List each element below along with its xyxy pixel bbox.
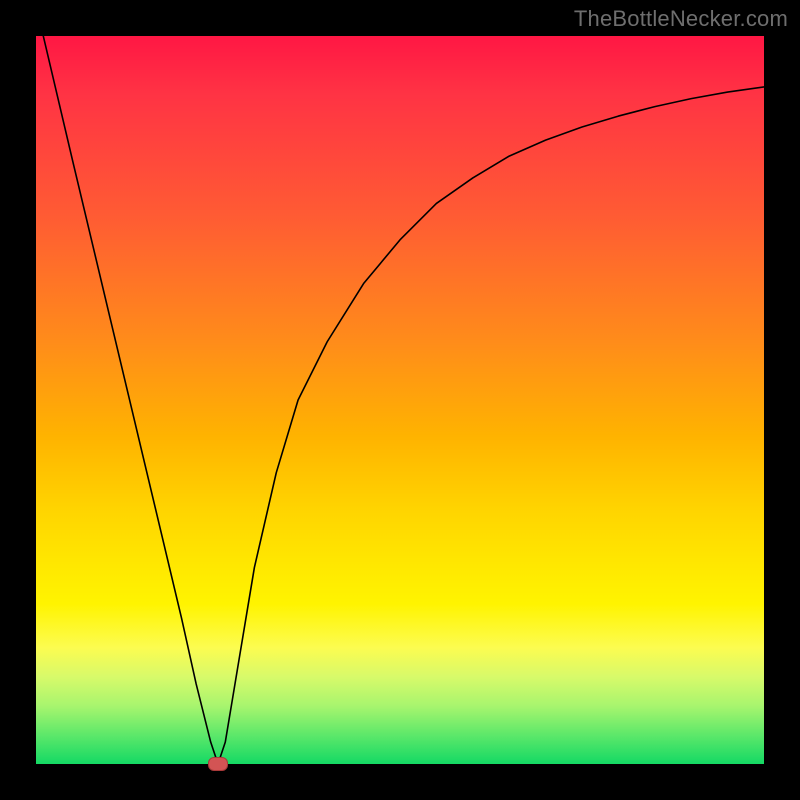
chart-plot-area — [36, 36, 764, 764]
plot-frame: TheBottleNecker.com — [0, 0, 800, 800]
bottleneck-curve-path — [43, 36, 764, 764]
watermark-text: TheBottleNecker.com — [574, 6, 788, 32]
curve-svg — [36, 36, 764, 764]
min-marker — [208, 757, 228, 771]
